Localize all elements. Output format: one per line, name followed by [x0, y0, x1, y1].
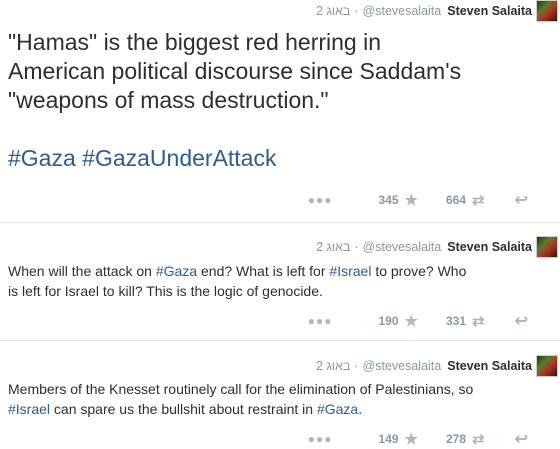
retweet-count: 664 — [445, 193, 467, 207]
separator-dot: · — [354, 359, 359, 373]
retweet-icon[interactable]: ⇄ — [472, 312, 485, 330]
tweet-text-line: is left for Israel to kill? This is the … — [8, 281, 550, 301]
hashtag-link[interactable]: #Gaza — [8, 145, 76, 171]
avatar[interactable] — [536, 0, 558, 22]
tweet-text: When will the attack on #Gaza end? What … — [8, 261, 550, 301]
retweet-count: 331 — [445, 314, 467, 328]
reply-icon[interactable]: ↩ — [515, 190, 528, 210]
retweet-count: 278 — [445, 432, 467, 446]
tweet[interactable]: 2 באוג · @stevesalaita Steven Salaita "H… — [0, 0, 560, 222]
star-icon[interactable]: ★ — [405, 191, 418, 209]
user-name[interactable]: Steven Salaita — [447, 240, 532, 254]
tweet-timestamp[interactable]: 2 באוג — [316, 4, 350, 18]
tweet-header: 2 באוג · @stevesalaita Steven Salaita — [316, 355, 560, 377]
hashtag-link[interactable]: #Israel — [329, 263, 371, 279]
tweet-text: "Hamas" is the biggest red herring in Ame… — [8, 28, 550, 173]
tweet-text-line: American political discourse since Sadda… — [8, 57, 550, 86]
hashtag-link[interactable]: #Gaza — [156, 263, 197, 279]
avatar[interactable] — [536, 236, 558, 258]
reply-icon[interactable]: ↩ — [515, 429, 528, 449]
avatar[interactable] — [536, 355, 558, 377]
tweet-text-segment: Members of the Knesset routinely call fo… — [8, 381, 474, 397]
tweet-text-segment: American political discourse since Sadda… — [8, 58, 462, 84]
tweet[interactable]: 2 באוג · @stevesalaita Steven Salaita Me… — [0, 341, 560, 449]
tweet-text-line: #Israel can spare us the bullshit about … — [8, 399, 550, 419]
separator-dot: · — [354, 4, 359, 18]
tweet-text-segment: can spare us the bullshit about restrain… — [50, 401, 317, 417]
user-name[interactable]: Steven Salaita — [447, 359, 532, 373]
hashtag-link[interactable]: #Gaza — [317, 401, 358, 417]
retweet-icon[interactable]: ⇄ — [472, 191, 485, 209]
tweet-text-segment: is left for Israel to kill? This is the … — [8, 283, 323, 299]
user-handle[interactable]: @stevesalaita — [363, 240, 442, 254]
reply-icon[interactable]: ↩ — [515, 311, 528, 331]
favorite-count: 345 — [378, 193, 399, 207]
tweet-text-segment: "weapons of mass destruction." — [8, 87, 329, 113]
tweet-text-line — [8, 115, 550, 144]
star-icon[interactable]: ★ — [405, 312, 418, 330]
star-icon[interactable]: ★ — [405, 430, 418, 448]
tweet-text-segment: end? What is left for — [197, 263, 330, 279]
tweet-text-segment: When will the attack on — [8, 263, 156, 279]
tweet-text-segment: to prove? Who — [371, 263, 467, 279]
tweet-text-line: #Gaza #GazaUnderAttack — [8, 144, 550, 173]
user-name[interactable]: Steven Salaita — [447, 4, 532, 18]
user-handle[interactable]: @stevesalaita — [363, 359, 442, 373]
tweet-header: 2 באוג · @stevesalaita Steven Salaita — [316, 0, 560, 22]
tweet-text: Members of the Knesset routinely call fo… — [8, 379, 550, 419]
tweet-text-line: When will the attack on #Gaza end? What … — [8, 261, 550, 281]
tweet[interactable]: 2 באוג · @stevesalaita Steven Salaita Wh… — [0, 223, 560, 339]
tweet-header: 2 באוג · @stevesalaita Steven Salaita — [316, 236, 560, 258]
user-handle[interactable]: @stevesalaita — [363, 4, 442, 18]
more-dots-icon[interactable]: ●●● — [308, 432, 333, 446]
favorite-count: 190 — [378, 314, 399, 328]
retweet-icon[interactable]: ⇄ — [472, 430, 485, 448]
separator-dot: · — [354, 240, 359, 254]
tweet-text-line: "Hamas" is the biggest red herring in — [8, 28, 550, 57]
tweet-actions: ●●● 190 ★ 331 ⇄ ↩ — [308, 311, 528, 331]
more-dots-icon[interactable]: ●●● — [308, 314, 333, 328]
hashtag-link[interactable]: #GazaUnderAttack — [82, 145, 276, 171]
tweet-text-segment — [8, 116, 14, 142]
tweet-actions: ●●● 345 ★ 664 ⇄ ↩ — [308, 190, 528, 210]
tweet-text-segment: "Hamas" is the biggest red herring in — [8, 29, 382, 55]
tweet-timestamp[interactable]: 2 באוג — [316, 359, 350, 373]
tweet-text-line: "weapons of mass destruction." — [8, 86, 550, 115]
tweet-actions: ●●● 149 ★ 278 ⇄ ↩ — [308, 429, 528, 449]
tweet-timestamp[interactable]: 2 באוג — [316, 240, 350, 254]
favorite-count: 149 — [378, 432, 399, 446]
more-dots-icon[interactable]: ●●● — [308, 193, 333, 207]
tweet-text-line: Members of the Knesset routinely call fo… — [8, 379, 550, 399]
tweet-text-segment: . — [358, 401, 363, 417]
hashtag-link[interactable]: #Israel — [8, 401, 50, 417]
